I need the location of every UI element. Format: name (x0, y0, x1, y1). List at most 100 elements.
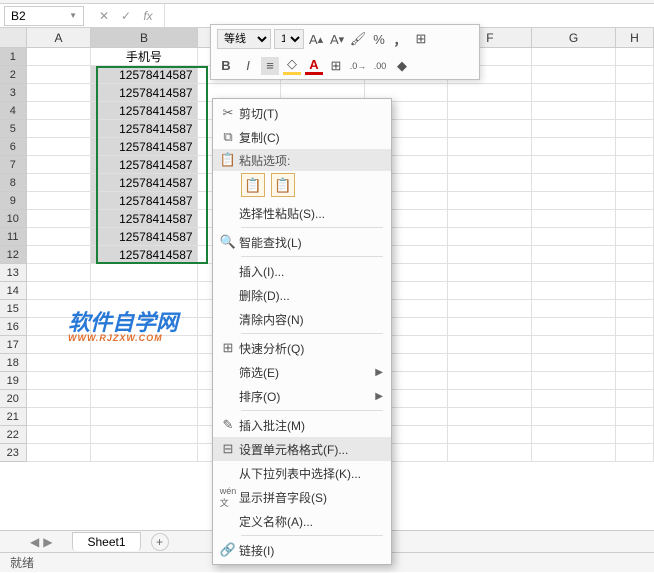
menu-delete[interactable]: 删除(D)... (213, 283, 391, 307)
cell[interactable] (532, 210, 616, 228)
cell[interactable] (27, 408, 92, 426)
format-painter-icon[interactable]: 🖌 (349, 30, 367, 48)
cell[interactable] (616, 372, 654, 390)
cell[interactable] (616, 156, 654, 174)
cell[interactable] (91, 318, 197, 336)
menu-format-cells[interactable]: ⊟设置单元格格式(F)... (213, 437, 391, 461)
cell[interactable] (532, 156, 616, 174)
column-header-G[interactable]: G (532, 28, 616, 47)
font-color-icon[interactable]: A (305, 57, 323, 75)
cell[interactable] (532, 264, 616, 282)
cell[interactable]: 12578414587 (91, 228, 197, 246)
cell[interactable] (532, 192, 616, 210)
cell[interactable] (616, 246, 654, 264)
cell[interactable] (616, 282, 654, 300)
cell[interactable] (27, 210, 92, 228)
cell[interactable]: 12578414587 (91, 210, 197, 228)
borders-icon[interactable]: ⊞ (327, 57, 345, 75)
cell[interactable] (616, 336, 654, 354)
cell[interactable]: 12578414587 (91, 84, 197, 102)
decrease-font-icon[interactable]: A▾ (328, 30, 346, 48)
cell[interactable] (27, 174, 92, 192)
cell[interactable] (616, 426, 654, 444)
fill-color-icon[interactable]: ◇ (283, 57, 301, 75)
cell[interactable] (448, 156, 532, 174)
menu-sort[interactable]: 排序(O)▶ (213, 384, 391, 408)
cell[interactable] (448, 300, 532, 318)
cell[interactable] (532, 300, 616, 318)
percent-icon[interactable]: % (370, 30, 388, 48)
row-header[interactable]: 11 (0, 228, 27, 246)
row-header[interactable]: 13 (0, 264, 27, 282)
row-header[interactable]: 3 (0, 84, 27, 102)
row-header[interactable]: 4 (0, 102, 27, 120)
cell[interactable] (616, 138, 654, 156)
cell[interactable] (448, 372, 532, 390)
cell[interactable] (91, 444, 197, 462)
cell[interactable] (448, 246, 532, 264)
comma-icon[interactable]: ， (391, 30, 409, 48)
italic-icon[interactable]: I (239, 57, 257, 75)
increase-decimal-icon[interactable]: .00 (371, 57, 389, 75)
cell[interactable] (27, 66, 92, 84)
cell[interactable] (91, 264, 197, 282)
clear-format-icon[interactable]: ◆ (393, 57, 411, 75)
cell[interactable] (91, 426, 197, 444)
cell[interactable] (448, 318, 532, 336)
cell[interactable]: 12578414587 (91, 174, 197, 192)
menu-copy[interactable]: ⧉复制(C) (213, 125, 391, 149)
cell[interactable] (616, 192, 654, 210)
menu-clear[interactable]: 清除内容(N) (213, 307, 391, 331)
cell[interactable] (27, 156, 92, 174)
cell[interactable] (448, 228, 532, 246)
cell[interactable] (91, 282, 197, 300)
cell[interactable] (532, 426, 616, 444)
menu-insert[interactable]: 插入(I)... (213, 259, 391, 283)
cancel-icon[interactable]: ✕ (96, 9, 112, 23)
cell[interactable] (616, 48, 654, 66)
row-header[interactable]: 7 (0, 156, 27, 174)
name-box[interactable]: B2 ▼ (4, 6, 84, 26)
sheet-prev-icon[interactable]: ◀ (30, 535, 39, 549)
cell[interactable] (27, 192, 92, 210)
cell[interactable] (27, 300, 92, 318)
row-header[interactable]: 9 (0, 192, 27, 210)
confirm-icon[interactable]: ✓ (118, 9, 134, 23)
column-header-H[interactable]: H (616, 28, 654, 47)
menu-define-name[interactable]: 定义名称(A)... (213, 509, 391, 533)
paste-option-2[interactable]: 📋 (271, 173, 295, 197)
menu-quick-analysis[interactable]: ⊞快速分析(Q) (213, 336, 391, 360)
menu-cut[interactable]: ✂剪切(T) (213, 101, 391, 125)
cell[interactable] (448, 84, 532, 102)
cell[interactable] (448, 354, 532, 372)
cell[interactable] (27, 228, 92, 246)
cell[interactable] (27, 444, 92, 462)
row-header[interactable]: 19 (0, 372, 27, 390)
paste-option-1[interactable]: 📋 (241, 173, 265, 197)
row-header[interactable]: 10 (0, 210, 27, 228)
menu-show-pinyin[interactable]: wén文显示拼音字段(S) (213, 485, 391, 509)
cell[interactable]: 手机号 (91, 48, 197, 66)
cell[interactable] (532, 84, 616, 102)
row-header[interactable]: 15 (0, 300, 27, 318)
cell[interactable] (448, 408, 532, 426)
cell[interactable] (448, 264, 532, 282)
cell[interactable]: 12578414587 (91, 156, 197, 174)
cell[interactable]: 12578414587 (91, 102, 197, 120)
cell[interactable] (616, 174, 654, 192)
row-header[interactable]: 23 (0, 444, 27, 462)
cell[interactable] (532, 282, 616, 300)
cell[interactable] (27, 48, 92, 66)
cell[interactable] (532, 354, 616, 372)
cell[interactable] (91, 336, 197, 354)
cell[interactable] (448, 192, 532, 210)
row-header[interactable]: 17 (0, 336, 27, 354)
cell[interactable] (448, 336, 532, 354)
cell[interactable] (448, 390, 532, 408)
cell[interactable] (532, 408, 616, 426)
cell[interactable] (27, 264, 92, 282)
cell[interactable] (448, 426, 532, 444)
cell[interactable] (27, 318, 92, 336)
add-sheet-button[interactable]: + (151, 533, 169, 551)
row-header[interactable]: 1 (0, 48, 27, 66)
